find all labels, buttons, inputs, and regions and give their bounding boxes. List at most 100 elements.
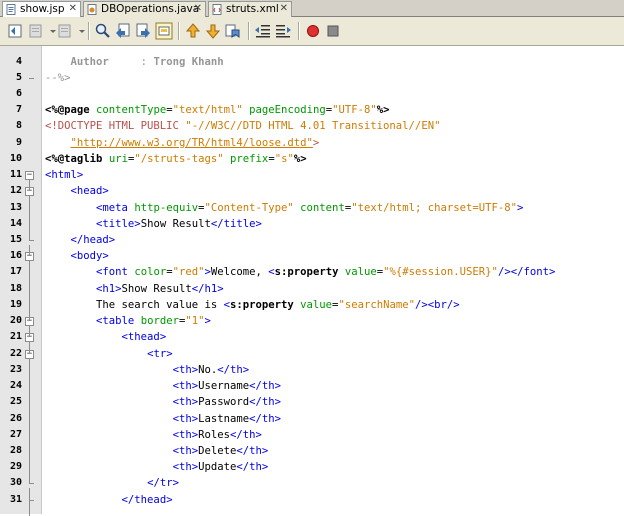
code-line: Author : Trong Khanh xyxy=(45,54,224,70)
code-token: s:property xyxy=(274,266,339,279)
code-line: <%@taglib uri="/struts-tags" prefix="s"%… xyxy=(45,151,307,167)
code-token: </th> xyxy=(249,396,281,409)
code-token: Show Result xyxy=(140,217,211,230)
fold-end-marker xyxy=(29,240,34,242)
find-prev-icon[interactable] xyxy=(114,22,132,40)
line-number: 11 xyxy=(9,169,22,181)
code-token: uri xyxy=(108,152,128,165)
code-token: contentType xyxy=(96,104,167,117)
toggle-bookmark-icon[interactable] xyxy=(224,22,242,40)
code-token: <table xyxy=(96,315,135,328)
tab-struts-xml[interactable]: struts.xml ✕ xyxy=(208,1,292,17)
prev-bookmark-icon[interactable] xyxy=(184,22,202,40)
record-macro-icon[interactable] xyxy=(304,22,322,40)
shift-left-icon[interactable] xyxy=(254,22,272,40)
code-token: Roles xyxy=(198,428,230,441)
code-token: /> xyxy=(414,298,428,311)
tab-label: struts.xml xyxy=(226,3,279,15)
chevron-down-icon[interactable] xyxy=(44,22,56,40)
stop-macro-icon[interactable] xyxy=(324,22,342,40)
line-number: 16 xyxy=(9,250,22,262)
close-tab-icon[interactable]: ✕ xyxy=(280,2,288,16)
line-number: 9 xyxy=(15,136,22,148)
code-token: Delete xyxy=(198,445,237,458)
code-token: <thead> xyxy=(121,331,167,344)
code-line: <thead> xyxy=(45,329,167,345)
toggle-highlight-icon[interactable] xyxy=(155,22,173,40)
code-line: <tr> xyxy=(45,346,173,362)
close-tab-icon[interactable]: ✕ xyxy=(194,2,202,16)
toolbar-separator xyxy=(298,22,300,40)
code-token: <th> xyxy=(172,461,199,474)
code-token: taglib xyxy=(64,152,103,165)
fold-guide xyxy=(29,342,30,354)
line-number: 20 xyxy=(9,315,22,327)
fold-guide xyxy=(29,488,30,516)
line-number: 13 xyxy=(9,201,22,213)
code-line: <th>Password</th> xyxy=(45,394,281,410)
code-token: <%@ xyxy=(45,152,65,165)
line-number: 12 xyxy=(9,185,22,197)
code-line: <th>Update</th> xyxy=(45,459,269,475)
code-token: Update xyxy=(198,461,237,474)
code-token: </h1> xyxy=(191,282,224,295)
line-number: 5 xyxy=(15,71,22,83)
code-line: <body> xyxy=(45,248,109,264)
code-token: <br/> xyxy=(427,298,460,311)
code-token: </th> xyxy=(236,461,269,474)
code-token: value xyxy=(344,266,377,279)
code-line: <%@page contentType="text/html" pageEnco… xyxy=(45,102,390,118)
code-token: %> xyxy=(376,104,390,117)
code-token: page xyxy=(64,104,90,117)
shift-right-icon[interactable] xyxy=(274,22,292,40)
code-token: "-//W3C//DTD HTML 4.01 Transitional//EN" xyxy=(185,120,441,133)
line-number: 8 xyxy=(15,120,22,132)
line-number: 17 xyxy=(9,266,22,278)
line-number: 26 xyxy=(9,412,22,424)
collapse-fold-icon[interactable]: − xyxy=(25,171,34,181)
code-line: </thead> xyxy=(45,492,173,508)
tab-label: DBOperations.java xyxy=(101,3,200,15)
code-token: </th> xyxy=(229,428,262,441)
next-bookmark-icon[interactable] xyxy=(204,22,222,40)
xml-file-icon xyxy=(212,4,222,15)
chevron-down-icon[interactable] xyxy=(73,22,85,40)
tab-show-jsp[interactable]: show.jsp ✕ xyxy=(2,1,81,17)
fold-guide xyxy=(29,326,30,338)
close-tab-icon[interactable]: ✕ xyxy=(69,2,77,16)
code-token: color xyxy=(134,266,167,279)
last-edit-icon[interactable] xyxy=(7,22,25,40)
code-token: Lastname xyxy=(198,412,250,425)
code-token: <th> xyxy=(172,428,199,441)
code-line: <th>Lastname</th> xyxy=(45,411,281,427)
code-line: <title>Show Result</title> xyxy=(45,216,262,232)
code-token: <th> xyxy=(172,363,199,376)
code-token: <%@ xyxy=(45,104,65,117)
code-editor[interactable]: Author : Trong Khanh --%> <%@page contentT… xyxy=(42,46,624,514)
tab-dboperations-java[interactable]: DBOperations.java ✕ xyxy=(83,1,206,17)
code-line: <meta http-equiv="Content-Type" content=… xyxy=(45,200,523,216)
line-number: 18 xyxy=(9,282,22,294)
code-token: Trong Khanh xyxy=(153,55,224,68)
code-token: Welcome, xyxy=(210,266,269,279)
line-number: 23 xyxy=(9,363,22,375)
code-token: The search value is xyxy=(45,298,224,311)
code-token: > xyxy=(517,201,524,214)
code-token: <th> xyxy=(172,396,199,409)
code-token: "%{#session.USER}" xyxy=(383,266,498,279)
code-line: The search value is <s:property value="s… xyxy=(45,297,460,313)
code-token: %> xyxy=(293,152,307,165)
find-icon[interactable] xyxy=(94,22,112,40)
find-next-icon[interactable] xyxy=(134,22,152,40)
code-line: <font color="red">Welcome, <s:property v… xyxy=(45,264,555,280)
toolbar-separator xyxy=(248,22,250,40)
editor-tab-bar: show.jsp ✕ DBOperations.java ✕ struts.xm… xyxy=(0,0,624,17)
line-number: 4 xyxy=(15,55,22,67)
code-token: No. xyxy=(198,363,218,376)
